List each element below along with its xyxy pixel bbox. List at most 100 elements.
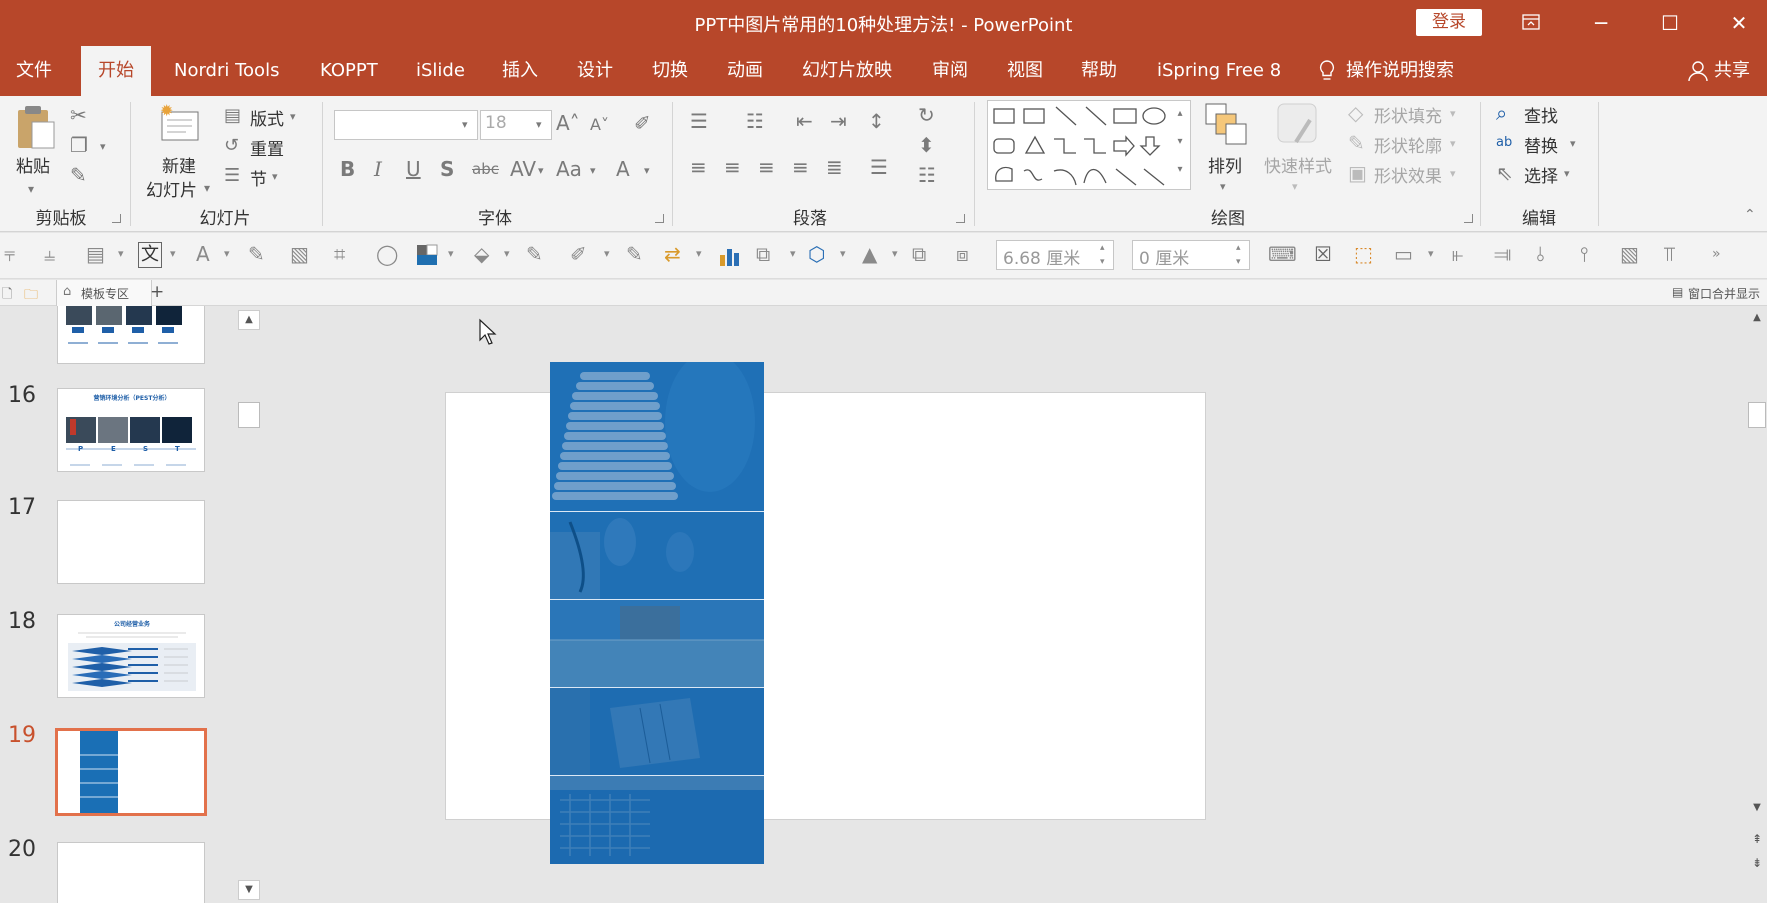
shapes-gallery[interactable]: ▴ ▾ ▾ [987, 100, 1191, 190]
format-copy-icon[interactable]: ⇄ [664, 242, 681, 266]
align-right-icon[interactable]: ≡ [758, 156, 775, 178]
close-icon[interactable]: ✕ [1716, 6, 1762, 40]
font-name-dropdown-icon[interactable]: ▾ [462, 114, 468, 136]
font-effect-icon[interactable]: A [196, 242, 210, 266]
shape-outline-tool-dropdown-icon[interactable]: ▾ [840, 242, 846, 266]
picture-city[interactable] [550, 688, 764, 776]
merge-shapes-icon[interactable]: ⧉ [756, 242, 770, 266]
align-tool-icon[interactable]: ⫧ [4, 242, 15, 266]
window-merge-label[interactable]: 窗口合并显示 [1688, 285, 1760, 302]
text-direction-icon[interactable]: ↻ [918, 104, 935, 126]
select-button[interactable]: 选择 [1524, 162, 1558, 187]
chart-tool-icon[interactable] [718, 245, 740, 267]
align-text-icon[interactable]: ⬍ [918, 134, 935, 156]
tab-transitions[interactable]: 切换 [652, 46, 688, 96]
reset-icon[interactable]: ↺ [224, 135, 239, 157]
select-dropdown-icon[interactable]: ▾ [1564, 163, 1570, 185]
picture-coins[interactable] [550, 362, 764, 512]
character-spacing-dropdown-icon[interactable]: ▾ [538, 160, 544, 182]
font-color-dropdown-icon[interactable]: ▾ [644, 160, 650, 182]
pen-color-icon[interactable]: ✎ [526, 242, 543, 266]
section-dropdown-icon[interactable]: ▾ [272, 166, 278, 188]
canvas-scroll-down-icon[interactable]: ▼ [1748, 802, 1766, 820]
line-spacing-icon[interactable]: ↕ [868, 110, 885, 132]
slide-thumbnail-18[interactable]: 公司经营业务 [57, 614, 205, 698]
align-left-tool-icon[interactable]: ⫦ [1452, 242, 1463, 266]
decrease-indent-icon[interactable]: ⇤ [796, 110, 813, 132]
tab-home[interactable]: 开始 [81, 46, 151, 96]
paint-bucket-icon[interactable]: ⬙ [474, 242, 489, 266]
paint-bucket-dropdown-icon[interactable]: ▾ [504, 242, 510, 266]
text-tool-button[interactable]: 文 [138, 242, 162, 268]
quick-styles-button[interactable]: 快速样式 [1264, 152, 1332, 177]
picture-hands[interactable] [550, 512, 764, 600]
image-strip[interactable] [550, 362, 764, 864]
align-middle-tool-icon[interactable]: ⫰ [1536, 242, 1545, 266]
gallery-down-icon[interactable]: ▾ [1172, 131, 1188, 153]
shape-outline-dropdown-icon[interactable]: ▾ [1450, 133, 1456, 155]
bold-icon[interactable]: B [340, 158, 355, 180]
width-spinner-icon[interactable]: ▴ ▾ [1236, 241, 1241, 269]
canvas-scroll-thumb[interactable] [1748, 402, 1766, 428]
login-button[interactable]: 登录 [1416, 9, 1482, 36]
outline-icon[interactable]: ✐ [570, 242, 587, 266]
tab-islide[interactable]: iSlide [416, 46, 465, 96]
cut-icon[interactable]: ✂ [70, 104, 87, 126]
replace-button[interactable]: 替换 [1524, 132, 1558, 157]
numbering-icon[interactable]: ☷ [746, 110, 764, 132]
drawing-launcher-icon[interactable] [1464, 214, 1473, 223]
layout-button[interactable]: 版式 [250, 105, 284, 130]
picture-laptop[interactable] [550, 776, 764, 864]
slide-thumbnail-20[interactable] [57, 842, 205, 903]
character-spacing-icon[interactable]: AV [510, 158, 536, 180]
group-tool-icon[interactable]: ⧉ [912, 242, 926, 266]
paste-icon[interactable] [14, 104, 56, 150]
increase-indent-icon[interactable]: ⇥ [830, 110, 847, 132]
tab-file[interactable]: 文件 [16, 46, 52, 96]
previous-slide-icon[interactable]: ⇞ [1748, 832, 1766, 850]
new-slide-dropdown-icon[interactable]: ▾ [204, 177, 210, 199]
shape-outline-tool-icon[interactable]: ⬡ [808, 242, 825, 266]
template-tab[interactable]: ⌂ 模板专区 [56, 280, 152, 306]
crop-icon[interactable]: ⌗ [334, 242, 345, 266]
tab-view[interactable]: 视图 [1007, 46, 1043, 96]
clear-formatting-icon[interactable]: ✐ [634, 112, 651, 134]
replace-dropdown-icon[interactable]: ▾ [1570, 133, 1576, 155]
layout-dropdown-icon[interactable]: ▾ [290, 106, 296, 128]
paragraph-launcher-icon[interactable] [956, 214, 965, 223]
paste-dropdown-icon[interactable]: ▾ [28, 178, 34, 200]
font-launcher-icon[interactable] [655, 214, 664, 223]
shape-fill-dropdown-icon[interactable]: ▾ [1450, 103, 1456, 125]
text-shadow-icon[interactable]: S [440, 158, 454, 180]
ungroup-tool-icon[interactable]: ⧈ [956, 242, 969, 266]
eyedropper-icon[interactable]: ✎ [248, 242, 265, 266]
format-copy-dropdown-icon[interactable]: ▾ [696, 242, 702, 266]
change-case-icon[interactable]: Aa [556, 158, 582, 180]
shape-fill-button[interactable]: 形状填充 [1374, 102, 1442, 127]
fill-color-swatch-icon[interactable] [416, 244, 438, 266]
justify-icon[interactable]: ≡ [792, 156, 809, 178]
copy-icon[interactable]: ❐ [70, 134, 88, 156]
increase-font-icon[interactable]: A˄ [556, 112, 580, 134]
clipboard-launcher-icon[interactable] [112, 214, 121, 223]
quick-styles-dropdown-icon[interactable]: ▾ [1292, 176, 1298, 198]
window-merge-icon[interactable]: ▤ [1672, 285, 1683, 299]
strikethrough-icon[interactable]: abc [472, 158, 499, 180]
format-painter-icon[interactable]: ✎ [70, 164, 87, 186]
delete-box-icon[interactable]: ☒ [1314, 242, 1332, 266]
height-field[interactable]: 6.68 厘米 [996, 240, 1114, 270]
align-right-tool-icon[interactable]: ⫥ [1494, 242, 1511, 266]
tab-design[interactable]: 设计 [577, 46, 613, 96]
tab-help[interactable]: 帮助 [1081, 46, 1117, 96]
distribute-top-icon[interactable]: ⫪ [1664, 242, 1675, 266]
layout-icon[interactable]: ▤ [224, 105, 241, 127]
rotate-dropdown-icon[interactable]: ▾ [892, 242, 898, 266]
width-field[interactable]: 0 厘米 [1132, 240, 1250, 270]
tell-me-search[interactable]: 操作说明搜索 [1346, 46, 1454, 96]
more-tools-icon[interactable]: » [1712, 242, 1721, 266]
collapse-ribbon-icon[interactable]: ⌃ [1744, 204, 1756, 226]
tab-koppt[interactable]: KOPPT [320, 46, 378, 96]
tab-slideshow[interactable]: 幻灯片放映 [802, 46, 892, 96]
italic-icon[interactable]: I [374, 158, 382, 180]
smartart-icon[interactable]: ☷ [918, 164, 936, 186]
